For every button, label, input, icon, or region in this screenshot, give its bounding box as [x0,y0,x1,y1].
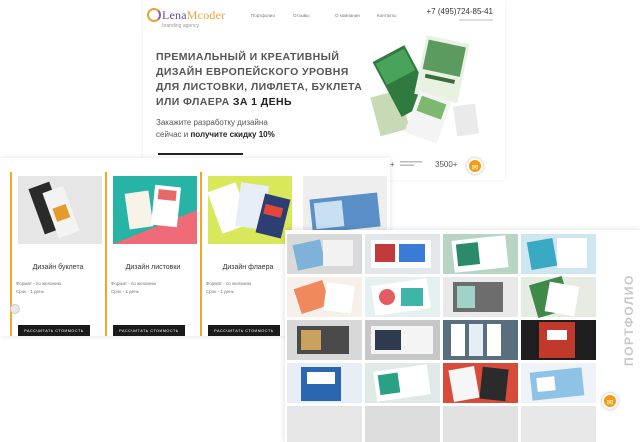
portfolio-tile[interactable] [443,234,518,274]
headline-line-2: ДИЗАЙН ЕВРОПЕЙСКОГО УРОВНЯ [156,66,349,78]
product-card-leaflet: Дизайн листовки Формат - по желанию Срок… [105,172,197,336]
phone-subtext-graphic [459,19,493,21]
portfolio-tile[interactable] [443,363,518,403]
top-nav: Портфолио Отзывы О компании Контакты [251,13,419,18]
hero-offer: Закажите разработку дизайна сейчас и пол… [156,117,356,141]
portfolio-tile[interactable] [287,363,362,403]
calc-price-button[interactable]: РАССЧИТАТЬ СТОИМОСТЬ [113,325,185,336]
portfolio-tile[interactable] [521,275,596,319]
logo[interactable]: LenaMcoder branding agency [147,6,229,32]
product-title: Дизайн буклета [32,264,84,271]
portfolio-tile[interactable] [365,234,440,274]
product-title: Дизайн флаера [222,264,274,271]
stat-projects-caption [399,161,422,168]
portfolio-tile[interactable] [521,363,596,403]
flyer-preview-image [208,176,292,244]
portfolio-tile[interactable] [443,406,518,442]
portfolio-tile[interactable] [443,277,518,317]
portfolio-tile[interactable] [443,320,518,360]
portfolio-grid [287,234,596,442]
portfolio-tile[interactable] [287,277,362,317]
product-meta: Формат - по желанию Срок - 1 день [16,280,61,296]
portfolio-tile[interactable] [287,320,362,360]
product-meta: Формат - по желанию Срок - 1 день [111,280,156,296]
stat-clients-value: 3500+ [435,160,458,169]
phone-subtext [459,18,493,23]
hero-panel: LenaMcoder branding agency Портфолио Отз… [143,0,505,180]
calc-price-button[interactable]: РАССЧИТАТЬ СТОИМОСТЬ [18,325,90,336]
portfolio-tile[interactable] [365,363,440,403]
portfolio-tile[interactable] [287,234,362,274]
logo-tagline: branding agency [162,23,199,29]
headline-line-4: ИЛИ ФЛАЕРА [156,96,230,108]
hero-brochure-illustration [370,35,479,144]
scroll-dot-icon[interactable] [10,304,20,314]
product-format: Формат - по желанию [111,281,157,286]
portfolio-tile[interactable] [365,320,440,360]
product-term: Срок - 1 день [16,289,44,294]
card-accent-line [105,172,107,336]
portfolio-tile[interactable] [521,234,596,274]
chat-bubble-icon[interactable]: ✉ [467,158,483,174]
offer-line-1: Закажите разработку дизайна [156,118,268,127]
calc-price-button[interactable]: РАССЧИТАТЬ СТОИМОСТЬ [208,325,280,336]
stat-clients: 3500+ [435,160,457,169]
portfolio-tile[interactable] [521,320,596,360]
headline-line-3: ДЛЯ ЛИСТОВКИ, ЛИФЛЕТА, БУКЛЕТА [156,81,363,93]
chat-bubble-icon[interactable]: ✉ [602,393,618,409]
headline-line-1: ПРЕМИАЛЬНЫЙ И КРЕАТИВНЫЙ [156,51,340,63]
portfolio-tile[interactable] [287,406,362,442]
product-format: Формат - по желанию [16,281,62,286]
portfolio-panel [285,230,640,442]
nav-item-portfolio[interactable]: Портфолио [251,13,293,18]
hero-headline: ПРЕМИАЛЬНЫЙ И КРЕАТИВНЫЙ ДИЗАЙН ЕВРОПЕЙС… [156,50,371,110]
nav-item-contacts[interactable]: Контакты [377,13,419,18]
product-card-booklet: Дизайн буклета Формат - по желанию Срок … [10,172,102,336]
product-title: Дизайн листовки [125,264,181,271]
phone-number[interactable]: +7 (495)724-85-41 [427,7,494,16]
product-term: Срок - 1 день [206,289,234,294]
portfolio-tile[interactable] [365,277,440,317]
offer-emphasis: получите скидку 10% [190,130,275,139]
product-card-flyer: Дизайн флаера Формат - по желанию Срок -… [200,172,292,336]
portfolio-tile[interactable] [521,406,596,442]
card-accent-line [200,172,202,336]
product-format: Формат - по желанию [206,281,252,286]
logo-name: LenaMcoder [162,8,226,22]
booklet-preview-image [18,176,102,244]
headline-emphasis: ЗА 1 ДЕНЬ [232,96,292,108]
leaflet-preview-image [113,176,197,244]
portfolio-side-title: ПОРТФОЛИО [622,274,636,366]
offer-line-2: сейчас и [156,130,189,139]
nav-item-reviews[interactable]: Отзывы [293,13,335,18]
logo-mark-icon [147,8,161,22]
product-meta: Формат - по желанию Срок - 1 день [206,280,251,296]
portfolio-tile[interactable] [365,406,440,442]
product-term: Срок - 1 день [111,289,139,294]
nav-item-about[interactable]: О компании [335,13,377,18]
stat-caption-graphic [399,161,422,167]
